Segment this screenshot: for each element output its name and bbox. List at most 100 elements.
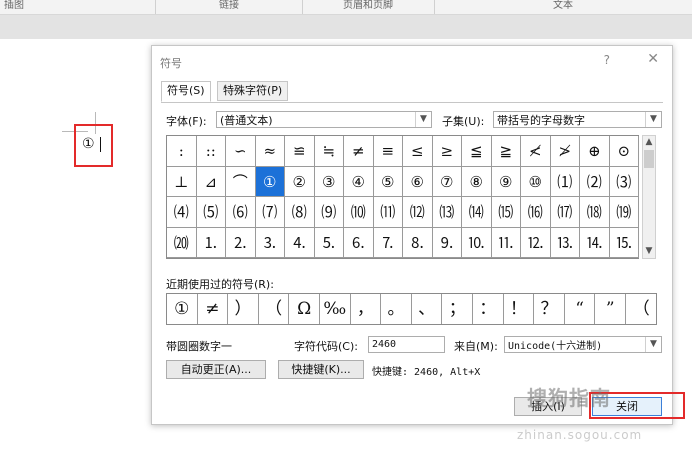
recent-symbol-cell[interactable]: ‰	[320, 294, 351, 324]
symbol-cell[interactable]: ⒀	[432, 197, 462, 228]
symbol-cell[interactable]: ⑦	[432, 166, 462, 197]
symbol-cell[interactable]: ⒌	[314, 227, 344, 258]
scrollbar-thumb[interactable]	[644, 150, 654, 168]
font-select[interactable]: (普通文本) ▼	[216, 111, 432, 128]
symbol-cell[interactable]: ⒆	[609, 197, 639, 228]
symbol-cell[interactable]: ⒅	[580, 197, 610, 228]
symbol-cell[interactable]: ≌	[285, 136, 315, 167]
recent-symbol-cell[interactable]: ①	[167, 294, 198, 324]
symbol-cell[interactable]: ⒔	[550, 227, 580, 258]
help-icon[interactable]: ?	[604, 53, 610, 67]
recent-symbol-cell[interactable]: Ω	[289, 294, 320, 324]
symbol-cell[interactable]: ③	[314, 166, 344, 197]
recent-symbol-cell[interactable]: ：	[473, 294, 504, 324]
recent-symbol-cell[interactable]: （	[626, 294, 657, 324]
symbol-cell[interactable]: ⊿	[196, 166, 226, 197]
tab-symbols[interactable]: 符号(S)	[161, 81, 211, 102]
shortcut-key-button[interactable]: 快捷键(K)...	[278, 360, 364, 379]
symbol-cell[interactable]: ≒	[314, 136, 344, 167]
symbol-cell[interactable]: ⌒	[226, 166, 256, 197]
symbol-cell[interactable]: ≈	[255, 136, 285, 167]
recent-symbol-cell[interactable]: ≠	[198, 294, 229, 324]
symbol-cell[interactable]: ⒇	[167, 227, 197, 258]
symbol-cell[interactable]: ≦	[462, 136, 492, 167]
symbol-cell[interactable]: ⒐	[432, 227, 462, 258]
symbol-cell[interactable]: ⑿	[403, 197, 433, 228]
symbol-cell[interactable]: ≡	[373, 136, 403, 167]
symbol-cell[interactable]: ::	[196, 136, 226, 167]
symbol-cell[interactable]: ⊥	[167, 166, 197, 197]
symbol-cell[interactable]: ⊕	[580, 136, 610, 167]
symbol-cell[interactable]: ①	[255, 166, 285, 197]
symbol-cell[interactable]: ⒊	[255, 227, 285, 258]
symbol-cell[interactable]: ⒃	[521, 197, 551, 228]
scroll-up-icon[interactable]: ▲	[643, 136, 655, 149]
symbol-grid[interactable]: ::: ∽ ≈ ≌ ≒ ≠ ≡ ≤ ≥ ≦ ≧ ≮ ≯ ⊕ ⊙ ⊥ ⊿ ⌒ ① ② ③ ④ ⑤ ⑥ ⑦ ⑧ ⑨ ⑩ ⑴ ⑵ ⑶ ⑷ ⑸ ⑹ ⑺ ⑻ ⑼ ⑽…	[166, 135, 639, 259]
symbol-cell[interactable]: ⑺	[255, 197, 285, 228]
tab-special-characters[interactable]: 特殊字符(P)	[217, 81, 289, 101]
symbol-cell[interactable]: ⒁	[462, 197, 492, 228]
recent-symbol-cell[interactable]: 、	[412, 294, 443, 324]
symbol-cell[interactable]: ⒕	[580, 227, 610, 258]
char-code-input[interactable]: 2460	[368, 336, 445, 353]
symbol-cell[interactable]: ⒑	[462, 227, 492, 258]
recent-symbol-cell[interactable]: ）	[228, 294, 259, 324]
chevron-down-icon[interactable]: ▼	[415, 112, 431, 127]
symbol-cell[interactable]: ≤	[403, 136, 433, 167]
symbol-cell[interactable]: ⒄	[550, 197, 580, 228]
recent-symbol-cell[interactable]: “	[565, 294, 596, 324]
recent-symbol-cell[interactable]: ？	[534, 294, 565, 324]
recent-symbol-cell[interactable]: ，	[351, 294, 382, 324]
chevron-down-icon[interactable]: ▼	[645, 112, 661, 127]
symbol-cell[interactable]: ⑻	[285, 197, 315, 228]
symbol-cell[interactable]: ⒈	[196, 227, 226, 258]
subset-select[interactable]: 带括号的字母数字 ▼	[493, 111, 662, 128]
recent-symbol-cell[interactable]: ”	[595, 294, 626, 324]
symbol-cell[interactable]: ⑵	[580, 166, 610, 197]
symbol-cell[interactable]: ⒋	[285, 227, 315, 258]
symbol-cell[interactable]: ⑧	[462, 166, 492, 197]
symbol-cell[interactable]: ⒖	[609, 227, 639, 258]
symbol-cell[interactable]: ⑩	[521, 166, 551, 197]
symbol-cell[interactable]: ②	[285, 166, 315, 197]
symbol-cell[interactable]: ∽	[226, 136, 256, 167]
symbol-cell[interactable]: ⒒	[491, 227, 521, 258]
recent-symbols-row[interactable]: ① ≠）（Ω ‰，。、；：！？ “” （	[166, 293, 657, 325]
symbol-cell[interactable]: ⑽	[344, 197, 374, 228]
symbol-cell[interactable]: ⒏	[403, 227, 433, 258]
recent-symbol-cell[interactable]: （	[259, 294, 290, 324]
symbol-cell[interactable]: :	[167, 136, 197, 167]
symbol-cell[interactable]: ⑶	[609, 166, 639, 197]
symbol-cell[interactable]: ⑾	[373, 197, 403, 228]
symbol-cell[interactable]: ⑥	[403, 166, 433, 197]
symbol-cell[interactable]: ⒓	[521, 227, 551, 258]
symbol-cell[interactable]: ⒉	[226, 227, 256, 258]
symbol-cell[interactable]: ⑤	[373, 166, 403, 197]
recent-symbol-cell[interactable]: ！	[504, 294, 535, 324]
symbol-cell[interactable]: ⒍	[344, 227, 374, 258]
symbol-cell[interactable]: ≥	[432, 136, 462, 167]
scroll-down-icon[interactable]: ▼	[643, 245, 655, 258]
ribbon-bottom-band	[0, 15, 692, 39]
symbol-cell[interactable]: ⑹	[226, 197, 256, 228]
symbol-cell[interactable]: ≮	[521, 136, 551, 167]
close-icon[interactable]: ✕	[647, 51, 659, 67]
symbol-cell[interactable]: ⑸	[196, 197, 226, 228]
symbol-cell[interactable]: ⑨	[491, 166, 521, 197]
symbol-cell[interactable]: ⑴	[550, 166, 580, 197]
symbol-cell[interactable]: ⊙	[609, 136, 639, 167]
symbol-cell[interactable]: ⒂	[491, 197, 521, 228]
symbol-cell[interactable]: ≯	[550, 136, 580, 167]
symbol-grid-scrollbar[interactable]: ▲ ▼	[642, 135, 656, 259]
symbol-cell[interactable]: ⑷	[167, 197, 197, 228]
symbol-cell[interactable]: ≧	[491, 136, 521, 167]
recent-symbol-cell[interactable]: 。	[381, 294, 412, 324]
symbol-cell[interactable]: ⑼	[314, 197, 344, 228]
symbol-cell[interactable]: ⒎	[373, 227, 403, 258]
autocorrect-button[interactable]: 自动更正(A)...	[166, 360, 266, 379]
from-select[interactable]: Unicode(十六进制) ▼	[504, 336, 662, 353]
recent-symbol-cell[interactable]: ；	[442, 294, 473, 324]
symbol-cell[interactable]: ≠	[344, 136, 374, 167]
chevron-down-icon[interactable]: ▼	[645, 337, 661, 352]
symbol-cell[interactable]: ④	[344, 166, 374, 197]
